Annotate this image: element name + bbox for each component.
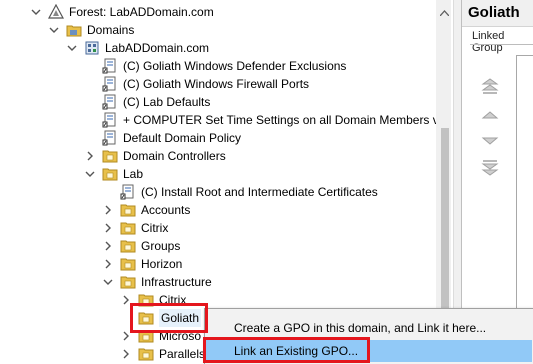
- ou-folder-icon: [138, 328, 154, 344]
- move-bottom-icon[interactable]: [480, 158, 500, 176]
- tree-node-label: + COMPUTER Set Time Settings on all Doma…: [123, 113, 451, 127]
- tree-node-label: Microso: [159, 329, 202, 343]
- move-down-icon[interactable]: [480, 132, 500, 150]
- tree-node-label: Goliath: [159, 309, 202, 327]
- move-top-icon[interactable]: [480, 78, 500, 96]
- details-title: Goliath: [468, 4, 520, 21]
- chevron-right-icon[interactable]: [102, 222, 114, 234]
- domain-icon: [84, 40, 100, 56]
- tree-node-ou[interactable]: Domain Controllers: [84, 147, 226, 165]
- chevron-right-icon[interactable]: [102, 204, 114, 216]
- tree-node-gpo-link[interactable]: + COMPUTER Set Time Settings on all Doma…: [102, 111, 451, 129]
- chevron-right-icon[interactable]: [102, 240, 114, 252]
- linked-gpo-list[interactable]: [516, 55, 533, 336]
- tree-node-label: Default Domain Policy: [123, 131, 242, 145]
- ou-folder-icon: [120, 202, 136, 218]
- domains-folder-icon: [66, 22, 82, 38]
- ou-folder-icon: [120, 274, 136, 290]
- context-menu: Create a GPO in this domain, and Link it…: [204, 308, 533, 364]
- tree-node-label: (C) Goliath Windows Defender Exclusions: [123, 59, 347, 73]
- gpo-link-icon: [102, 130, 118, 146]
- tree-node-gpo-link[interactable]: (C) Goliath Windows Firewall Ports: [102, 75, 309, 93]
- ou-folder-icon: [138, 310, 154, 326]
- tree-node-gpo-link[interactable]: Default Domain Policy: [102, 129, 241, 147]
- chevron-right-icon[interactable]: [120, 330, 132, 342]
- tree-node-label: Forest: LabADDomain.com: [69, 5, 214, 19]
- tab-divider: [470, 44, 533, 45]
- ou-folder-icon: [120, 256, 136, 272]
- gpo-link-icon: [120, 184, 136, 200]
- tree-node-ou[interactable]: Citrix: [120, 291, 186, 309]
- ou-folder-icon: [120, 238, 136, 254]
- tree-node-gpo-link[interactable]: (C) Goliath Windows Defender Exclusions: [102, 57, 346, 75]
- tree-node-ou[interactable]: Lab: [84, 165, 143, 183]
- tree-node-ou[interactable]: Microso: [120, 327, 201, 345]
- ou-folder-icon: [138, 346, 154, 362]
- tree-node-ou[interactable]: Infrastructure: [102, 273, 212, 291]
- tab-linked-group-policy-objects[interactable]: Linked Group: [472, 30, 533, 54]
- tree-node-label: Domain Controllers: [123, 149, 226, 163]
- tree-node-forest[interactable]: Forest: LabADDomain.com: [30, 3, 214, 21]
- tree-node-ou[interactable]: Horizon: [102, 255, 182, 273]
- chevron-down-icon[interactable]: [102, 276, 114, 288]
- tree-node-ou-selected[interactable]: Goliath: [138, 309, 202, 327]
- tree-node-label: LabADDomain.com: [105, 41, 210, 55]
- chevron-right-icon[interactable]: [84, 150, 96, 162]
- ou-folder-icon: [102, 148, 118, 164]
- gpo-link-icon: [102, 112, 118, 128]
- ou-folder-icon: [138, 292, 154, 308]
- tree-node-label: (C) Goliath Windows Firewall Ports: [123, 77, 310, 91]
- menu-item-create-and-link-gpo[interactable]: Create a GPO in this domain, and Link it…: [206, 317, 532, 339]
- menu-item-link-existing-gpo[interactable]: Link an Existing GPO...: [206, 340, 532, 362]
- tree-node-label: (C) Lab Defaults: [123, 95, 211, 109]
- tree-node-label: Lab: [123, 167, 144, 181]
- forest-icon: [47, 3, 65, 20]
- gpo-link-icon: [102, 58, 118, 74]
- tree-node-gpo-link[interactable]: (C) Lab Defaults: [102, 93, 210, 111]
- scroll-up-arrow-icon[interactable]: [439, 5, 450, 19]
- tree-node-label: Parallels: [159, 347, 206, 361]
- gpo-link-icon: [102, 76, 118, 92]
- tree-node-label: Infrastructure: [141, 275, 212, 289]
- tree-node-label: Horizon: [141, 257, 183, 271]
- chevron-right-icon[interactable]: [120, 294, 132, 306]
- tree-node-label: Accounts: [141, 203, 191, 217]
- tree-node-label: Citrix: [141, 221, 169, 235]
- ou-folder-icon: [120, 220, 136, 236]
- chevron-down-icon[interactable]: [66, 42, 78, 54]
- chevron-down-icon[interactable]: [84, 168, 96, 180]
- gpo-link-icon: [102, 94, 118, 110]
- tree-node-label: Groups: [141, 239, 181, 253]
- chevron-right-icon[interactable]: [120, 348, 132, 360]
- chevron-right-icon[interactable]: [102, 258, 114, 270]
- tree-node-ou[interactable]: Accounts: [102, 201, 190, 219]
- tree-node-domain[interactable]: LabADDomain.com: [66, 39, 209, 57]
- tree-node-ou[interactable]: Parallels: [120, 345, 205, 363]
- tree-node-label: Citrix: [159, 293, 187, 307]
- chevron-down-icon[interactable]: [48, 24, 60, 36]
- tree-node-label: Domains: [87, 23, 135, 37]
- tree-node-ou[interactable]: Groups: [102, 237, 180, 255]
- tree-node-gpo-link[interactable]: (C) Install Root and Intermediate Certif…: [120, 183, 378, 201]
- tree-node-domains[interactable]: Domains: [48, 21, 134, 39]
- move-up-icon[interactable]: [480, 106, 500, 124]
- tree-node-label: (C) Install Root and Intermediate Certif…: [141, 185, 378, 199]
- chevron-down-icon[interactable]: [30, 6, 42, 18]
- ou-folder-icon: [102, 166, 118, 182]
- tree-node-ou[interactable]: Citrix: [102, 219, 168, 237]
